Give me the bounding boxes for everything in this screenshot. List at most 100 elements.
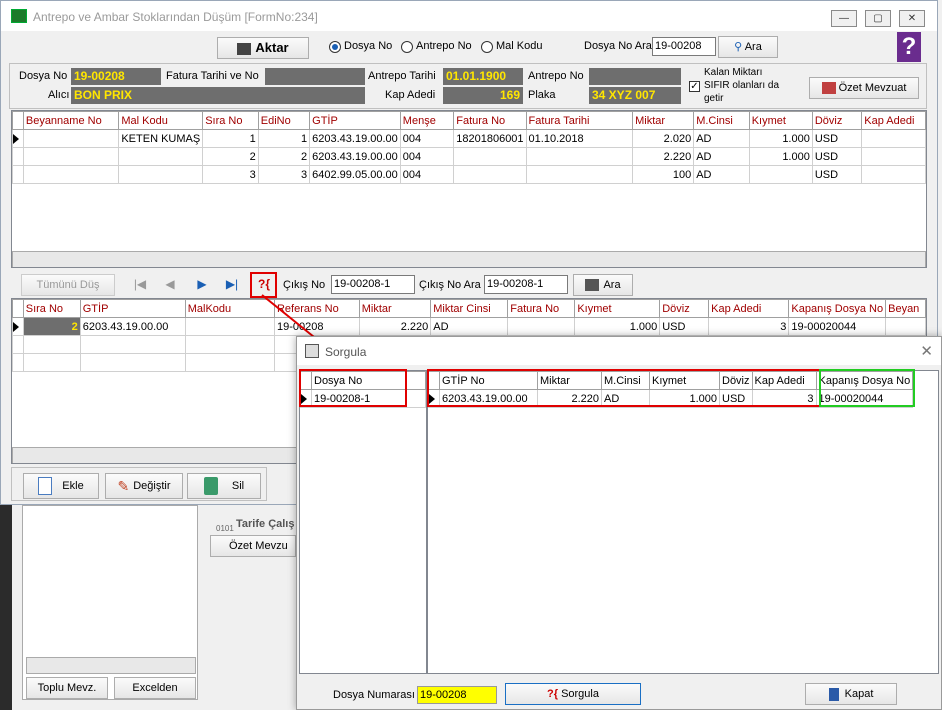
- grid1-cell[interactable]: [453, 165, 527, 184]
- grid1-row[interactable]: 3 3 6402.99.05.00.00 004 100 AD USD: [12, 165, 926, 184]
- grid1-cell[interactable]: 1: [257, 129, 311, 148]
- grid2-cell[interactable]: AD: [430, 317, 509, 336]
- grid1-cell[interactable]: 2: [257, 147, 311, 166]
- dialog-sorgula-button[interactable]: ?{ Sorgula: [505, 683, 641, 705]
- degistir-button[interactable]: ✎ Değiştir: [105, 473, 183, 499]
- grid1-cell[interactable]: KETEN KUMAŞ: [118, 129, 204, 148]
- radio-mal-kodu[interactable]: [481, 41, 493, 53]
- grid2-cell[interactable]: 19-00020044: [788, 317, 887, 336]
- grid2-cell[interactable]: 2.220: [358, 317, 432, 336]
- grid1-cell[interactable]: 6203.43.19.00.00: [309, 129, 401, 148]
- minimize-button[interactable]: —: [831, 10, 857, 27]
- grid1-cell[interactable]: AD: [693, 165, 750, 184]
- grid1-cell[interactable]: 004: [399, 129, 455, 148]
- nav-next-button[interactable]: ▶: [189, 274, 215, 294]
- grid1-cell[interactable]: 6203.43.19.00.00: [309, 147, 401, 166]
- grid1-cell[interactable]: 6402.99.05.00.00: [309, 165, 401, 184]
- toplu-mevzuat-button[interactable]: Toplu Mevz.: [26, 677, 108, 699]
- aktar-button[interactable]: Aktar: [217, 37, 309, 59]
- background-scrollbar[interactable]: [26, 657, 196, 674]
- grid1-cell[interactable]: USD: [811, 147, 863, 166]
- antrepo-tarihi-label: Antrepo Tarihi: [368, 70, 436, 82]
- kalan-checkbox[interactable]: ✓: [689, 81, 700, 92]
- grid1-cell[interactable]: 3: [257, 165, 311, 184]
- nav-first-button[interactable]: |◀: [127, 274, 153, 294]
- grid1-header-11: Döviz: [811, 111, 863, 130]
- cikis-no-ara-input[interactable]: 19-00208-1: [484, 275, 568, 294]
- grid1-cell[interactable]: [525, 147, 634, 166]
- highlight-kapanis: [819, 369, 915, 407]
- grid1-cell[interactable]: [525, 165, 634, 184]
- grid1-row[interactable]: KETEN KUMAŞ 1 1 6203.43.19.00.00 004 18201806…: [12, 129, 926, 148]
- grid1-cell[interactable]: 1.000: [748, 147, 813, 166]
- window-title: Antrepo ve Ambar Stoklarından Düşüm [For…: [33, 10, 318, 24]
- nav-prev-button[interactable]: ◀: [157, 274, 183, 294]
- grid1-cell[interactable]: [22, 165, 120, 184]
- grid2-cell[interactable]: 3: [708, 317, 790, 336]
- tumunu-dus-button[interactable]: Tümünü Düş: [21, 274, 115, 296]
- grid1-cell[interactable]: [118, 147, 204, 166]
- grid1-cell[interactable]: [861, 165, 926, 184]
- grid1-cell[interactable]: 2: [202, 147, 259, 166]
- kapat-button[interactable]: Kapat: [805, 683, 897, 705]
- cikis-ara-button[interactable]: Ara: [573, 274, 633, 296]
- grid1-cell[interactable]: [861, 129, 926, 148]
- radio-dosya-no[interactable]: [329, 41, 341, 53]
- grid1-cell[interactable]: [748, 165, 813, 184]
- grid2-empty-cell: [79, 335, 186, 354]
- grid2-cell[interactable]: 1.000: [574, 317, 661, 336]
- ozet-mevzu-button[interactable]: Özet Mevzu: [210, 535, 296, 557]
- dialog-title: Sorgula: [325, 345, 367, 359]
- exit-door-icon: [828, 687, 839, 701]
- grid1-cell[interactable]: [861, 147, 926, 166]
- grid1-cell[interactable]: USD: [811, 129, 863, 148]
- ozet-mevzuat-button[interactable]: Özet Mevzuat: [809, 77, 919, 99]
- grid1-row[interactable]: 2 2 6203.43.19.00.00 004 2.220 AD 1.000 USD: [12, 147, 926, 166]
- excelden-button[interactable]: Excelden: [114, 677, 196, 699]
- grid1-cell[interactable]: 100: [632, 165, 695, 184]
- grid1-cell[interactable]: 3: [202, 165, 259, 184]
- grid1-cell[interactable]: 004: [399, 165, 455, 184]
- row-indicator: [12, 353, 24, 372]
- dosya-no-ara-input[interactable]: 19-00208: [652, 37, 716, 56]
- grid1-cell[interactable]: 1: [202, 129, 259, 148]
- grid1-cell[interactable]: AD: [693, 147, 750, 166]
- grid2-cell[interactable]: [885, 317, 926, 336]
- grid1-header-1: Mal Kodu: [118, 111, 204, 130]
- grid1-hscroll[interactable]: [12, 251, 926, 267]
- grid1-cell[interactable]: 2.020: [632, 129, 695, 148]
- highlight-dosya-no: [299, 369, 407, 407]
- dialog-close-icon[interactable]: ✕: [920, 342, 933, 360]
- close-button[interactable]: ✕: [899, 10, 925, 27]
- grid2-cell[interactable]: [507, 317, 576, 336]
- grid1-cell[interactable]: AD: [693, 129, 750, 148]
- grid2-cell[interactable]: 6203.43.19.00.00: [79, 317, 186, 336]
- ara-button[interactable]: ⚲ Ara: [718, 36, 778, 58]
- grid1-header-4: GTİP: [309, 111, 401, 130]
- nav-last-button[interactable]: ▶|: [219, 274, 245, 294]
- alici-label: Alıcı: [48, 89, 70, 101]
- grid2-cell[interactable]: 2: [22, 317, 81, 336]
- cikis-no-input[interactable]: 19-00208-1: [331, 275, 415, 294]
- grid2-row[interactable]: 26203.43.19.00.0019-002082.220AD1.000USD…: [12, 317, 926, 336]
- maximize-button[interactable]: ▢: [865, 10, 891, 27]
- row-indicator: [12, 129, 24, 148]
- grid1-cell[interactable]: [22, 129, 120, 148]
- dosya-numarasi-input[interactable]: 19-00208: [417, 686, 497, 704]
- ekle-button[interactable]: Ekle: [23, 473, 99, 499]
- grid1-cell[interactable]: 2.220: [632, 147, 695, 166]
- find-icon: [585, 279, 600, 292]
- background-form: Toplu Mevz. Excelden 0101 Tarife Çalış Ö…: [22, 505, 296, 710]
- grid1-cell[interactable]: [118, 165, 204, 184]
- grid1-cell[interactable]: 18201806001: [453, 129, 527, 148]
- grid1-cell[interactable]: 1.000: [748, 129, 813, 148]
- help-icon[interactable]: ?: [897, 32, 921, 62]
- grid1-cell[interactable]: [22, 147, 120, 166]
- grid2-cell[interactable]: USD: [659, 317, 710, 336]
- sil-button[interactable]: Sil: [187, 473, 261, 499]
- grid1-cell[interactable]: 004: [399, 147, 455, 166]
- grid1-cell[interactable]: USD: [811, 165, 863, 184]
- grid1-cell[interactable]: [453, 147, 527, 166]
- radio-antrepo-no[interactable]: [401, 41, 413, 53]
- grid1-cell[interactable]: 01.10.2018: [525, 129, 634, 148]
